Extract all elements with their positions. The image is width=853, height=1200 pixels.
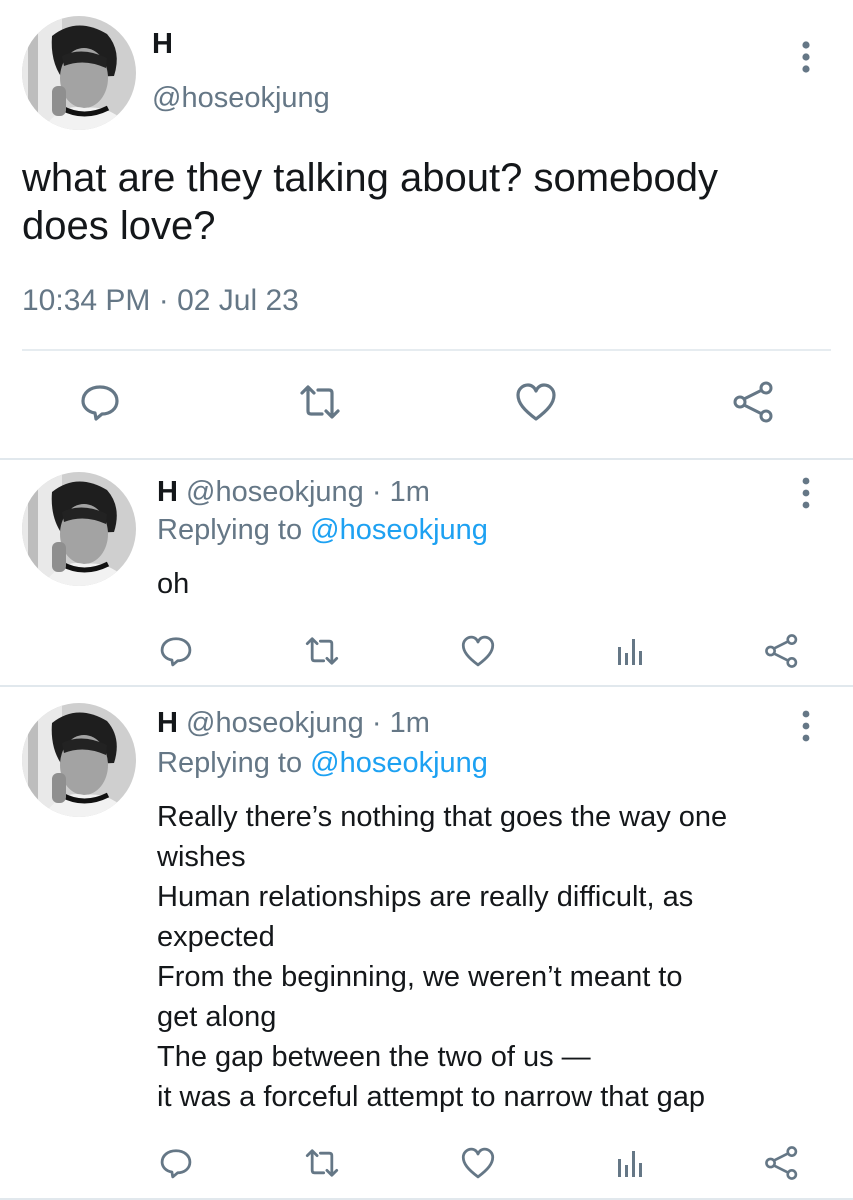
reply-icon[interactable]: [158, 1145, 194, 1181]
like-icon[interactable]: [460, 633, 496, 669]
more-options-icon[interactable]: [796, 709, 816, 743]
like-icon[interactable]: [460, 1145, 496, 1181]
analytics-icon[interactable]: [612, 1145, 648, 1181]
share-icon[interactable]: [732, 380, 776, 424]
tweet-text-line: expected: [157, 921, 275, 953]
user-handle[interactable]: @hoseokjung: [186, 476, 364, 508]
tweet-text-line: get along: [157, 1001, 277, 1033]
relative-time[interactable]: 1m: [390, 707, 430, 739]
display-name[interactable]: H: [152, 28, 173, 61]
replying-to: Replying to @hoseokjung: [157, 514, 488, 547]
retweet-icon[interactable]: [304, 1145, 340, 1181]
tweet-text-line: Human relationships are really difficult…: [157, 881, 694, 913]
avatar[interactable]: [22, 472, 136, 586]
tweet-timestamp[interactable]: 10:34 PM · 02 Jul 23: [22, 284, 299, 318]
tweet-header: H @hoseokjung · 1m: [157, 476, 430, 509]
replying-to-handle[interactable]: @hoseokjung: [310, 747, 488, 779]
tweet-text-line: Really there’s nothing that goes the way…: [157, 801, 728, 833]
analytics-icon[interactable]: [612, 633, 648, 669]
share-icon[interactable]: [764, 1145, 800, 1181]
avatar[interactable]: [22, 16, 136, 130]
tweet-text-line: From the beginning, we weren’t meant to: [157, 961, 683, 993]
main-tweet: H @hoseokjung what are they talking abou…: [0, 0, 853, 458]
reply-tweet[interactable]: H @hoseokjung · 1m Replying to @hoseokju…: [0, 460, 853, 685]
replying-to-label: Replying to: [157, 747, 303, 779]
more-options-icon[interactable]: [796, 40, 816, 74]
replying-to-label: Replying to: [157, 514, 303, 546]
reply-icon[interactable]: [78, 380, 122, 424]
tweet-text: oh: [157, 564, 837, 604]
separator-dot: ·: [371, 707, 382, 739]
tweet-text-line: what are they talking about? somebody: [22, 156, 718, 200]
avatar[interactable]: [22, 703, 136, 817]
tweet-text-line: oh: [157, 568, 190, 600]
display-name[interactable]: H: [157, 476, 178, 508]
retweet-icon[interactable]: [304, 633, 340, 669]
tweet-text-line: The gap between the two of us —: [157, 1041, 591, 1073]
display-name[interactable]: H: [157, 707, 178, 739]
reply-tweet[interactable]: H @hoseokjung · 1m Replying to @hoseokju…: [0, 687, 853, 1200]
like-icon[interactable]: [514, 380, 558, 424]
tweet-header: H @hoseokjung · 1m: [157, 707, 430, 740]
replying-to: Replying to @hoseokjung: [157, 747, 488, 780]
tweet-text-line: does love?: [22, 204, 216, 248]
more-options-icon[interactable]: [796, 476, 816, 510]
tweet-text: Really there’s nothing that goes the way…: [157, 797, 837, 1117]
replying-to-handle[interactable]: @hoseokjung: [310, 514, 488, 546]
tweet-text-line: it was a forceful attempt to narrow that…: [157, 1081, 706, 1113]
user-handle[interactable]: @hoseokjung: [152, 82, 330, 115]
reply-icon[interactable]: [158, 633, 194, 669]
relative-time[interactable]: 1m: [390, 476, 430, 508]
retweet-icon[interactable]: [298, 380, 342, 424]
tweet-text: what are they talking about? somebody do…: [22, 154, 822, 250]
divider: [22, 349, 831, 351]
user-handle[interactable]: @hoseokjung: [186, 707, 364, 739]
share-icon[interactable]: [764, 633, 800, 669]
separator-dot: ·: [371, 476, 382, 508]
tweet-text-line: wishes: [157, 841, 246, 873]
